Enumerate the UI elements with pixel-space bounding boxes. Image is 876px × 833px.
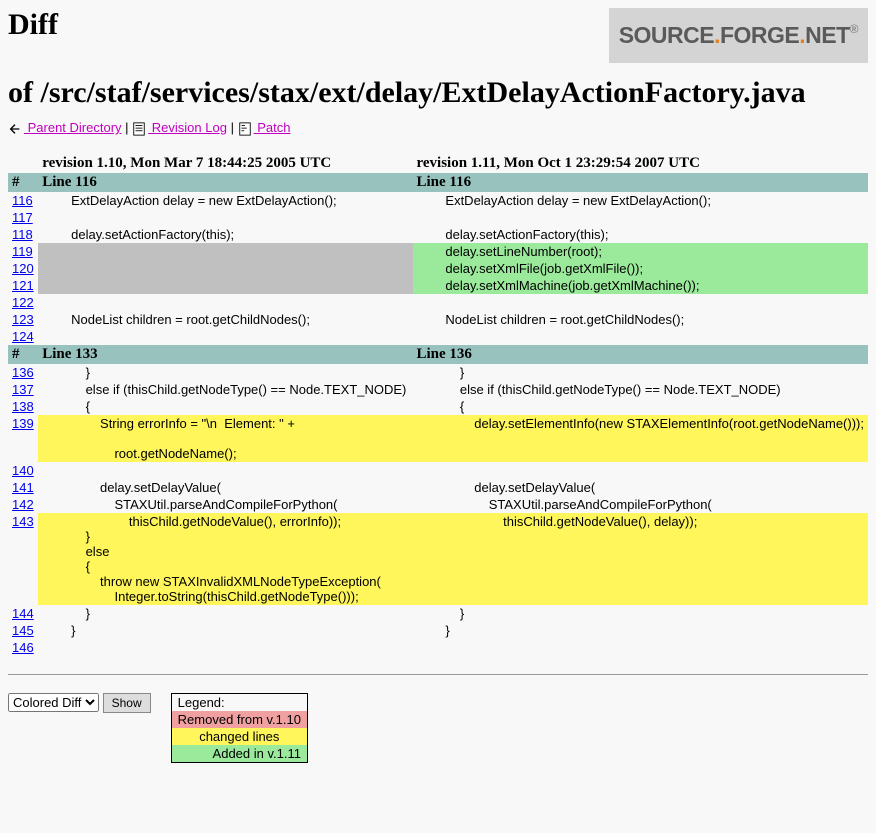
table-row: 124 [8,328,868,345]
code-left: String errorInfo = "\n Element: " + root… [42,416,408,461]
table-row: 137 else if (thisChild.getNodeType() == … [8,381,868,398]
line-number-link[interactable]: 143 [12,514,34,529]
legend: Legend: Removed from v.1.10 changed line… [171,693,308,763]
rev-header-left: revision 1.10, Mon Mar 7 18:44:25 2005 U… [38,154,412,173]
code-left: ExtDelayAction delay = new ExtDelayActio… [42,193,408,208]
line-number-link[interactable]: 118 [12,227,33,242]
code-right: delay.setElementInfo(new STAXElementInfo… [417,416,865,431]
table-row: 116 ExtDelayAction delay = new ExtDelayA… [8,192,868,209]
code-right: delay.setDelayValue( [417,480,865,495]
code-left: delay.setDelayValue( [42,480,408,495]
hunk-right: Line 136 [413,345,869,364]
code-right: } [417,606,865,621]
hunk-right: Line 116 [413,173,869,192]
revision-log-link[interactable]: Revision Log [148,120,227,135]
log-icon [132,122,146,136]
line-number-link[interactable]: 124 [12,329,34,344]
line-number-link[interactable]: 136 [12,365,34,380]
table-row: 145 } } [8,622,868,639]
table-row: 119 delay.setLineNumber(root); [8,243,868,260]
table-row: 123 NodeList children = root.getChildNod… [8,311,868,328]
line-number-link[interactable]: 146 [12,640,34,655]
legend-title: Legend: [171,693,307,711]
line-number-link[interactable]: 117 [12,210,33,225]
line-number-link[interactable]: 138 [12,399,34,414]
line-number-link[interactable]: 121 [12,278,34,293]
show-button[interactable]: Show [103,693,151,713]
hash-col: # [8,173,38,192]
table-row: 144 } } [8,605,868,622]
line-number-link[interactable]: 120 [12,261,34,276]
table-row: 120 delay.setXmlFile(job.getXmlFile()); [8,260,868,277]
code-left: } [42,623,408,638]
code-right: ExtDelayAction delay = new ExtDelayActio… [417,193,865,208]
rev-header-right: revision 1.11, Mon Oct 1 23:29:54 2007 U… [413,154,869,173]
code-left: } [42,365,408,380]
code-right: } [417,365,865,380]
legend-removed: Removed from v.1.10 [171,711,307,728]
legend-changed: changed lines [171,728,307,745]
table-row: 118 delay.setActionFactory(this); delay.… [8,226,868,243]
nav-links: Parent Directory | Revision Log | Patch [8,120,868,136]
line-number-link[interactable]: 116 [12,193,33,208]
line-number-link[interactable]: 139 [12,416,34,431]
line-number-link[interactable]: 140 [12,463,34,478]
code-right: thisChild.getNodeValue(), delay)); [417,514,865,529]
table-row: 143 thisChild.getNodeValue(), errorInfo)… [8,513,868,605]
parent-directory-link[interactable]: Parent Directory [24,120,122,135]
table-row: 142 STAXUtil.parseAndCompileForPython( S… [8,496,868,513]
table-row: 117 [8,209,868,226]
code-right: { [417,399,865,414]
line-number-link[interactable]: 144 [12,606,34,621]
line-number-link[interactable]: 122 [12,295,34,310]
table-row: 140 [8,462,868,479]
line-number-link[interactable]: 119 [12,244,33,259]
controls: Colored Diff Show Legend: Removed from v… [8,693,868,763]
code-left: NodeList children = root.getChildNodes()… [42,312,408,327]
code-left: delay.setActionFactory(this); [42,227,408,242]
code-right: NodeList children = root.getChildNodes()… [417,312,865,327]
hunk-left: Line 133 [38,345,412,364]
table-row: 121 delay.setXmlMachine(job.getXmlMachin… [8,277,868,294]
code-left: STAXUtil.parseAndCompileForPython( [42,497,408,512]
table-row: 136 } } [8,364,868,381]
divider [8,674,868,675]
code-right: delay.setActionFactory(this); [417,227,865,242]
code-right: else if (thisChild.getNodeType() == Node… [417,382,865,397]
code-left: { [42,399,408,414]
code-right: } [417,623,865,638]
line-number-link[interactable]: 141 [12,480,34,495]
patch-icon [238,122,252,136]
table-row: 122 [8,294,868,311]
line-number-link[interactable]: 142 [12,497,34,512]
diff-table: revision 1.10, Mon Mar 7 18:44:25 2005 U… [8,154,868,656]
table-row: 146 [8,639,868,656]
hunk-left: Line 116 [38,173,412,192]
code-left: else if (thisChild.getNodeType() == Node… [42,382,408,397]
code-left: } [42,606,408,621]
table-row: 139 String errorInfo = "\n Element: " + … [8,415,868,462]
line-number-link[interactable]: 137 [12,382,34,397]
code-right: STAXUtil.parseAndCompileForPython( [417,497,865,512]
table-row: 138 { { [8,398,868,415]
legend-added: Added in v.1.11 [171,745,307,763]
line-number-link[interactable]: 123 [12,312,34,327]
code-right: delay.setXmlFile(job.getXmlFile()); [417,261,865,276]
patch-link[interactable]: Patch [254,120,291,135]
code-left: thisChild.getNodeValue(), errorInfo)); }… [42,514,408,604]
back-icon [8,122,22,136]
sourceforge-logo: SOURCE.FORGE.NET® [609,8,868,63]
code-right: delay.setXmlMachine(job.getXmlMachine())… [417,278,865,293]
hash-col: # [8,345,38,364]
table-row: 141 delay.setDelayValue( delay.setDelayV… [8,479,868,496]
diff-type-select[interactable]: Colored Diff [8,693,99,712]
code-right: delay.setLineNumber(root); [417,244,865,259]
line-number-link[interactable]: 145 [12,623,34,638]
